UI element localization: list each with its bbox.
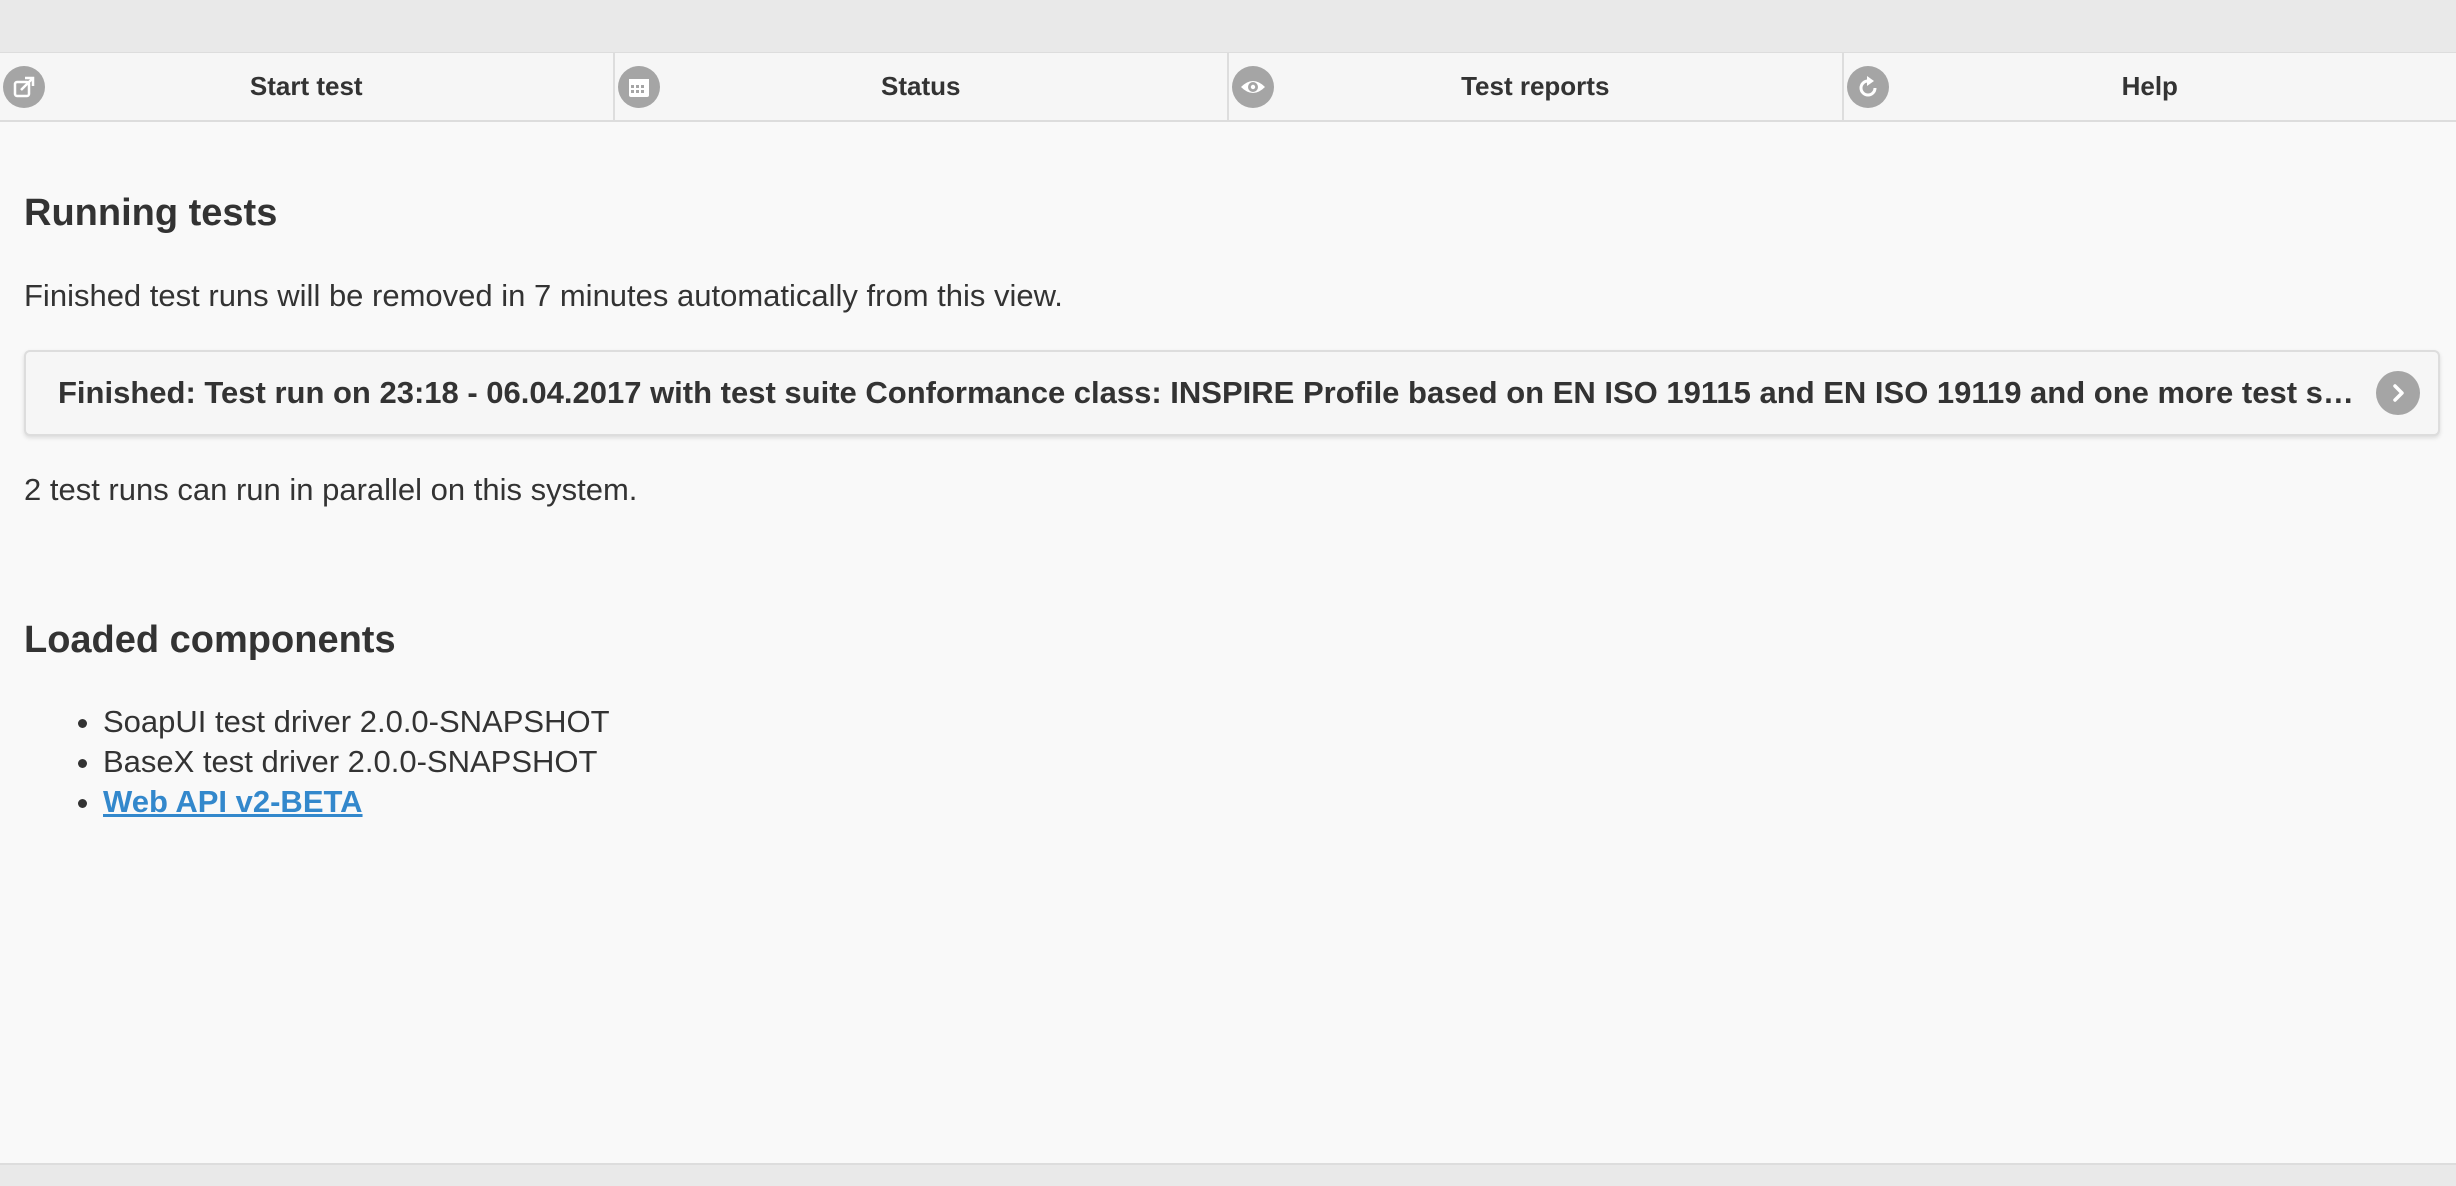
list-item: SoapUI test driver 2.0.0-SNAPSHOT	[103, 702, 610, 742]
main-navbar: Start test Status Test reports Help	[0, 53, 2456, 122]
test-run-title: Finished: Test run on 23:18 - 06.04.2017…	[58, 375, 2358, 410]
loaded-components-heading: Loaded components	[24, 619, 396, 661]
footer-bar	[0, 1163, 2456, 1186]
tab-help[interactable]: Help	[1844, 53, 2456, 120]
tab-test-reports-label: Test reports	[1461, 71, 1610, 101]
refresh-icon	[1846, 65, 1889, 108]
components-list: SoapUI test driver 2.0.0-SNAPSHOT BaseX …	[24, 702, 610, 822]
tab-test-reports[interactable]: Test reports	[1229, 53, 1844, 120]
eye-icon	[1232, 65, 1274, 108]
external-link-icon	[3, 65, 45, 108]
calendar-grid-icon	[617, 65, 660, 108]
list-item: Web API v2-BETA	[103, 782, 610, 822]
test-run-list-item[interactable]: Finished: Test run on 23:18 - 06.04.2017…	[24, 350, 2440, 436]
tab-status[interactable]: Status	[615, 53, 1229, 120]
removal-notice: Finished test runs will be removed in 7 …	[24, 278, 1063, 313]
tab-start-test[interactable]: Start test	[0, 53, 615, 120]
tab-start-test-label: Start test	[249, 71, 363, 101]
top-header-bar	[0, 0, 2456, 53]
parallel-notice: 2 test runs can run in parallel on this …	[24, 472, 638, 507]
running-tests-heading: Running tests	[24, 192, 278, 234]
list-item: BaseX test driver 2.0.0-SNAPSHOT	[103, 742, 610, 782]
tab-status-label: Status	[881, 71, 961, 101]
tab-help-label: Help	[2121, 71, 2178, 101]
web-api-link[interactable]: Web API v2-BETA	[103, 784, 363, 819]
chevron-right-icon	[2376, 371, 2420, 415]
